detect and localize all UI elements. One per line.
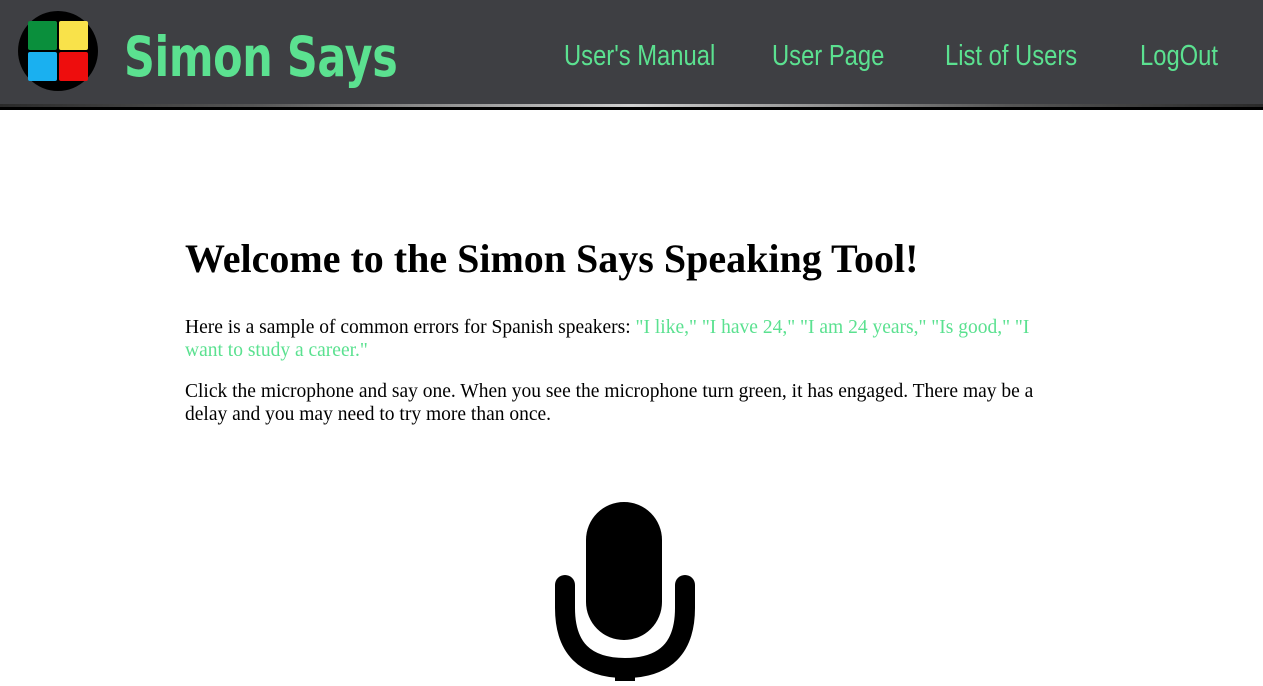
logo-square-yellow xyxy=(59,21,88,50)
logo-square-green xyxy=(28,21,57,50)
nav-link-user-page[interactable]: User Page xyxy=(772,34,884,78)
brand-title[interactable]: Simon Says xyxy=(124,14,398,100)
intro-text: Here is a sample of common errors for Sp… xyxy=(185,317,636,338)
logo-square-blue xyxy=(28,52,57,81)
microphone-icon[interactable] xyxy=(552,500,698,686)
instructions-paragraph: Click the microphone and say one. When y… xyxy=(185,381,1034,425)
nav-link-list-of-users[interactable]: List of Users xyxy=(945,34,1077,78)
logo-icon[interactable] xyxy=(18,11,98,91)
intro-paragraph: Here is a sample of common errors for Sp… xyxy=(185,316,1065,362)
navbar-divider xyxy=(0,104,1263,107)
nav-link-logout[interactable]: LogOut xyxy=(1140,34,1218,78)
logo-square-red xyxy=(59,52,88,81)
nav-link-users-manual[interactable]: User's Manual xyxy=(564,34,715,78)
page-title: Welcome to the Simon Says Speaking Tool! xyxy=(185,236,919,281)
navbar: Simon Says User's Manual User Page List … xyxy=(0,0,1263,110)
main-content: Welcome to the Simon Says Speaking Tool!… xyxy=(185,230,1065,444)
